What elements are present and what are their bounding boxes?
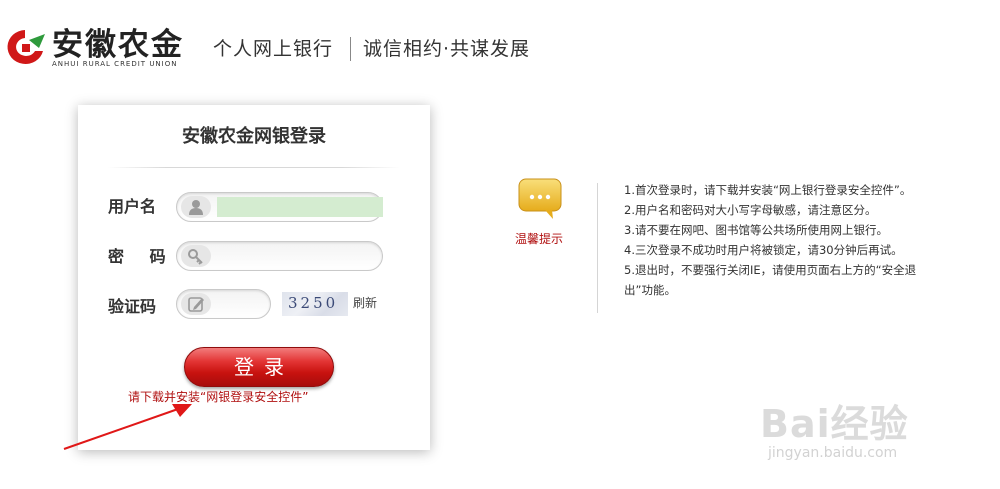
tip-item: 2.用户名和密码对大小写字母敏感，请注意区分。: [624, 203, 877, 217]
chat-bubble-icon: [518, 178, 562, 219]
username-field[interactable]: [176, 192, 383, 222]
user-icon: [181, 196, 211, 218]
tips-label: 温馨提示: [515, 232, 564, 246]
password-field[interactable]: [176, 241, 383, 271]
captcha-refresh-link[interactable]: 刷新: [353, 294, 377, 312]
username-label: 用户名: [108, 197, 157, 216]
tips-list: 1.首次登录时，请下载并安装“网上银行登录安全控件”。 2.用户名和密码对大小写…: [624, 180, 924, 300]
tip-item: 5.退出时，不要强行关闭IE，请使用页面右上方的“安全退出”功能。: [624, 263, 917, 297]
annotation-arrow: [63, 404, 192, 450]
login-button[interactable]: 登录: [184, 347, 334, 387]
brand-name: 安徽农金: [52, 27, 184, 63]
brand-english-name: ANHUI RURAL CREDIT UNION: [52, 60, 178, 68]
header-divider: [350, 37, 351, 61]
key-icon: [181, 245, 211, 267]
captcha-input[interactable]: [217, 294, 265, 314]
header: 安徽农金 ANHUI RURAL CREDIT UNION 个人网上银行 诚信相…: [0, 0, 1000, 75]
login-title: 安徽农金网银登录: [182, 126, 326, 147]
tip-item: 4.三次登录不成功时用户将被锁定，请30分钟后再试。: [624, 243, 903, 257]
tip-item: 3.请不要在网吧、图书馆等公共场所使用网上银行。: [624, 223, 888, 237]
captcha-field[interactable]: [176, 289, 271, 319]
captcha-label: 验证码: [108, 297, 157, 316]
tip-item: 1.首次登录时，请下载并安装“网上银行登录安全控件”。: [624, 183, 912, 197]
login-divider: [108, 167, 400, 168]
captcha-image[interactable]: 3250: [282, 292, 348, 316]
username-input[interactable]: [217, 197, 383, 217]
watermark-text: Bai经验: [760, 402, 909, 446]
edit-icon: [181, 293, 211, 315]
tips-divider: [597, 183, 598, 313]
password-input[interactable]: [217, 246, 383, 266]
header-slogan: 诚信相约·共谋发展: [363, 38, 531, 60]
baidu-jingyan-watermark: Bai经验 jingyan.baidu.com: [740, 393, 960, 473]
password-label: 密 码: [108, 247, 176, 266]
watermark-url: jingyan.baidu.com: [768, 445, 898, 461]
logo-icon: [7, 30, 45, 64]
header-title: 个人网上银行: [213, 38, 334, 60]
